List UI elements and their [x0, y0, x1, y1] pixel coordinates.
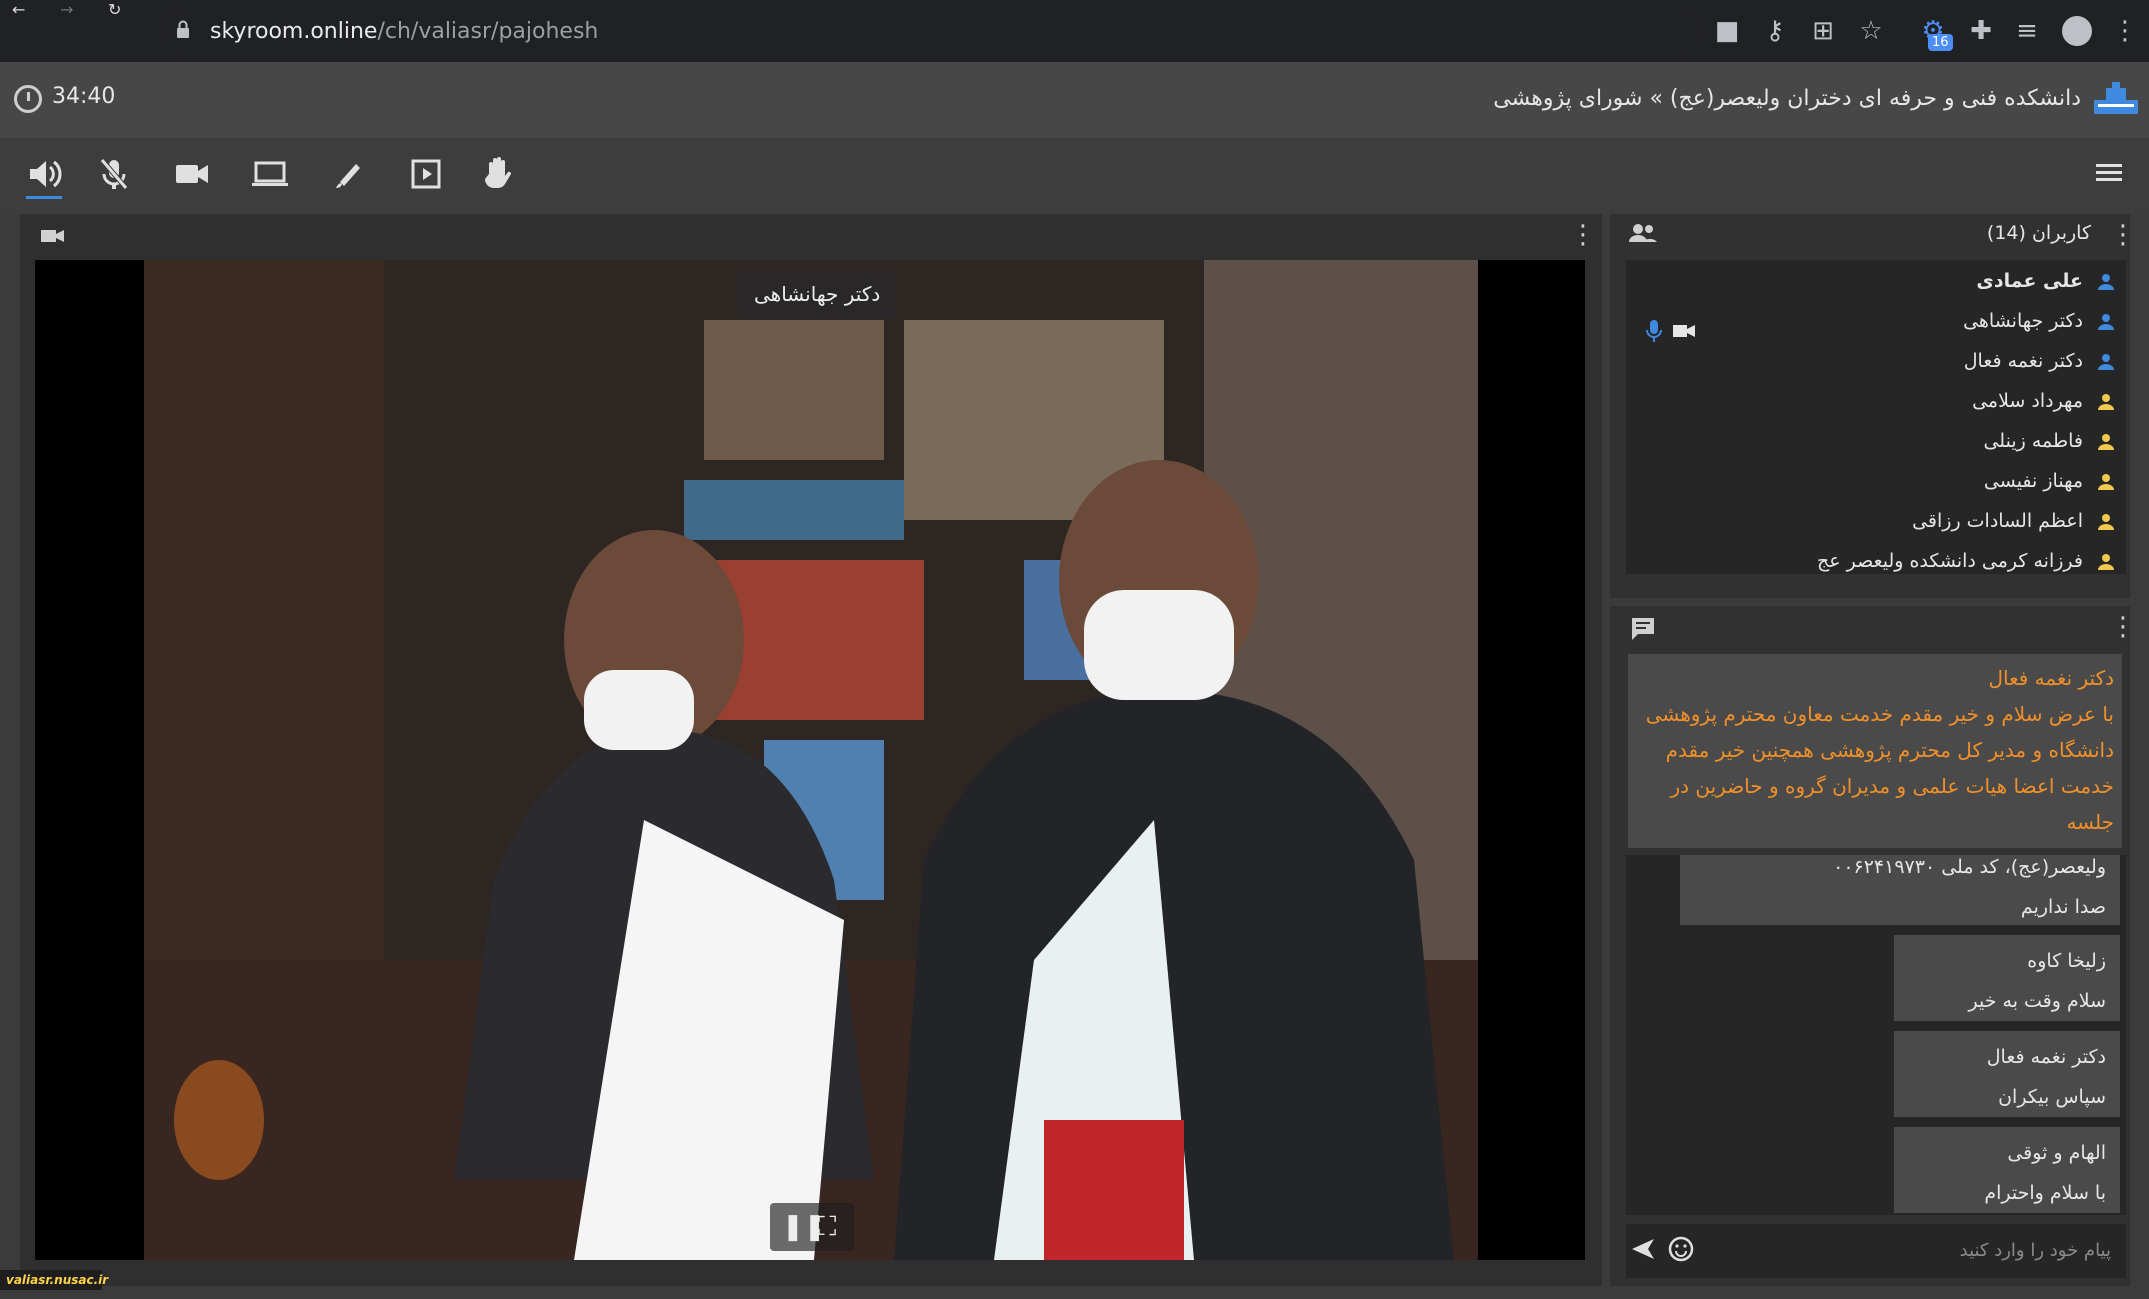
user-mic-active-icon — [1644, 318, 1664, 348]
extension-badge: 16 — [1928, 34, 1953, 51]
chat-message-text: صدا نداریم — [2020, 896, 2106, 918]
institution-logo-icon — [2094, 82, 2138, 114]
room-toolbar — [0, 138, 2149, 214]
user-icon — [2097, 353, 2115, 371]
lock-icon — [176, 20, 190, 38]
speaker-icon[interactable] — [22, 152, 66, 196]
user-camera-active-icon — [1672, 322, 1696, 344]
chat-message: زلیخا کاوه سلام وقت به خیر — [1894, 935, 2120, 1021]
users-group-icon — [1628, 222, 1658, 248]
user-icon — [2097, 313, 2115, 331]
users-options-icon[interactable]: ⋮ — [2110, 222, 2136, 248]
user-list-item[interactable]: مهرداد سلامی — [1972, 390, 2115, 428]
user-name: مهناز نفیسی — [1983, 470, 2083, 492]
media-queue-icon[interactable]: ≡ — [2010, 14, 2044, 48]
user-list-item[interactable]: اعظم السادات رزاقی — [1912, 510, 2115, 548]
user-name: فرزانه کرمی دانشکده ولیعصر عج — [1816, 550, 2083, 572]
user-name: اعظم السادات رزاقی — [1912, 510, 2083, 532]
raise-hand-icon[interactable] — [476, 152, 520, 196]
user-list-item[interactable]: دکتر نغمه فعال — [1964, 350, 2115, 388]
user-icon — [2097, 553, 2115, 571]
chat-message-author: الهام و ثوقی — [2007, 1142, 2106, 1164]
key-icon[interactable]: ⚷ — [1758, 14, 1792, 48]
puzzle-icon[interactable]: ✚ — [1964, 14, 1998, 48]
user-icon — [2097, 433, 2115, 451]
chat-message-text: سلام وقت به خیر — [1968, 990, 2107, 1012]
chat-message: ولیعصر(عج)، کد ملی ۰۰۶۲۴۱۹۷۳۰ صدا نداریم — [1680, 855, 2120, 925]
user-icon — [2097, 473, 2115, 491]
user-list-item[interactable]: علی عمادی — [1976, 270, 2115, 308]
browser-menu-icon[interactable]: ⋮ — [2108, 14, 2142, 48]
pinned-message-author: دکتر نغمه فعال — [1988, 666, 2114, 690]
user-name: فاطمه زینلی — [1983, 430, 2083, 452]
hamburger-menu-icon[interactable] — [2094, 158, 2124, 188]
chat-input-placeholder: پیام خود را وارد کنید — [1959, 1240, 2111, 1261]
user-name: دکتر نغمه فعال — [1963, 350, 2083, 372]
chat-message-text: با سلام واحترام — [1984, 1182, 2106, 1204]
active-tool-indicator — [26, 196, 62, 199]
reload-icon[interactable]: ↻ — [108, 0, 121, 19]
screen-share-icon[interactable] — [248, 152, 292, 196]
media-play-icon[interactable] — [404, 152, 448, 196]
speaker-name-tag: دکتر جهانشاهی — [738, 270, 897, 318]
url-path: /ch/valiasr/pajohesh — [377, 19, 599, 44]
user-icon — [2097, 393, 2115, 411]
session-timer: 34:40 — [52, 84, 116, 109]
camera-blocked-icon[interactable]: ■ — [1710, 14, 1744, 48]
url-text: skyroom.online/ch/valiasr/pajohesh — [210, 19, 598, 44]
user-name: مهرداد سلامی — [1972, 390, 2083, 412]
fullscreen-icon[interactable]: ⛶ — [818, 1210, 836, 1244]
chat-message-author: ولیعصر(عج)، کد ملی ۰۰۶۲۴۱۹۷۳۰ — [1833, 856, 2106, 878]
chat-message-author: زلیخا کاوه — [2027, 950, 2106, 972]
camera-icon[interactable] — [170, 152, 214, 196]
translate-icon[interactable]: ⊞ — [1806, 14, 1840, 48]
back-arrow-icon[interactable]: ← — [12, 0, 25, 19]
forward-arrow-icon[interactable]: → — [60, 0, 73, 19]
send-icon[interactable] — [1630, 1236, 1656, 1266]
users-title: کاربران (14) — [1986, 222, 2091, 244]
site-watermark: valiasr.nusac.ir — [0, 1270, 108, 1290]
pinned-message-content: دکتر نغمه فعال با عرض سلام و خیر مقدم خد… — [1638, 660, 2114, 840]
chat-message-text: سپاس بیکران — [1998, 1086, 2106, 1108]
chat-options-icon[interactable]: ⋮ — [2110, 614, 2136, 640]
room-title: دانشکده فنی و حرفه ای دختران ولیعصر(عج) … — [1493, 86, 2081, 111]
user-list-item[interactable]: مهناز نفیسی — [1984, 470, 2115, 508]
bookmark-star-icon[interactable]: ☆ — [1854, 14, 1888, 48]
user-list-item[interactable]: فاطمه زینلی — [1983, 430, 2115, 468]
clock-icon — [14, 85, 42, 113]
mic-off-icon[interactable] — [92, 152, 136, 196]
video-options-icon[interactable]: ⋮ — [1570, 222, 1596, 248]
user-list-item[interactable]: فرزانه کرمی دانشکده ولیعصر عج — [1817, 550, 2115, 588]
user-icon — [2097, 513, 2115, 531]
chat-messages: ولیعصر(عج)، کد ملی ۰۰۶۲۴۱۹۷۳۰ صدا نداریم… — [1626, 855, 2126, 1215]
emoji-icon[interactable] — [1668, 1236, 1694, 1266]
pinned-message-text: با عرض سلام و خیر مقدم خدمت معاون محترم … — [1645, 702, 2114, 834]
pen-icon[interactable] — [326, 152, 370, 196]
user-name: علی عمادی — [1976, 270, 2083, 292]
user-name: دکتر جهانشاهی — [1963, 310, 2083, 332]
chat-icon — [1630, 616, 1656, 646]
video-camera-icon — [40, 226, 66, 250]
chat-message: الهام و ثوقی با سلام واحترام — [1894, 1127, 2120, 1213]
video-frame-image — [144, 260, 1478, 1260]
profile-avatar-icon[interactable] — [2062, 16, 2092, 46]
url-host: skyroom.online — [210, 19, 378, 44]
user-icon — [2097, 273, 2115, 291]
chat-message: دکتر نغمه فعال سپاس بیکران — [1894, 1031, 2120, 1117]
user-list-item[interactable]: دکتر جهانشاهی — [1963, 310, 2115, 348]
chat-message-author: دکتر نغمه فعال — [1986, 1046, 2106, 1068]
